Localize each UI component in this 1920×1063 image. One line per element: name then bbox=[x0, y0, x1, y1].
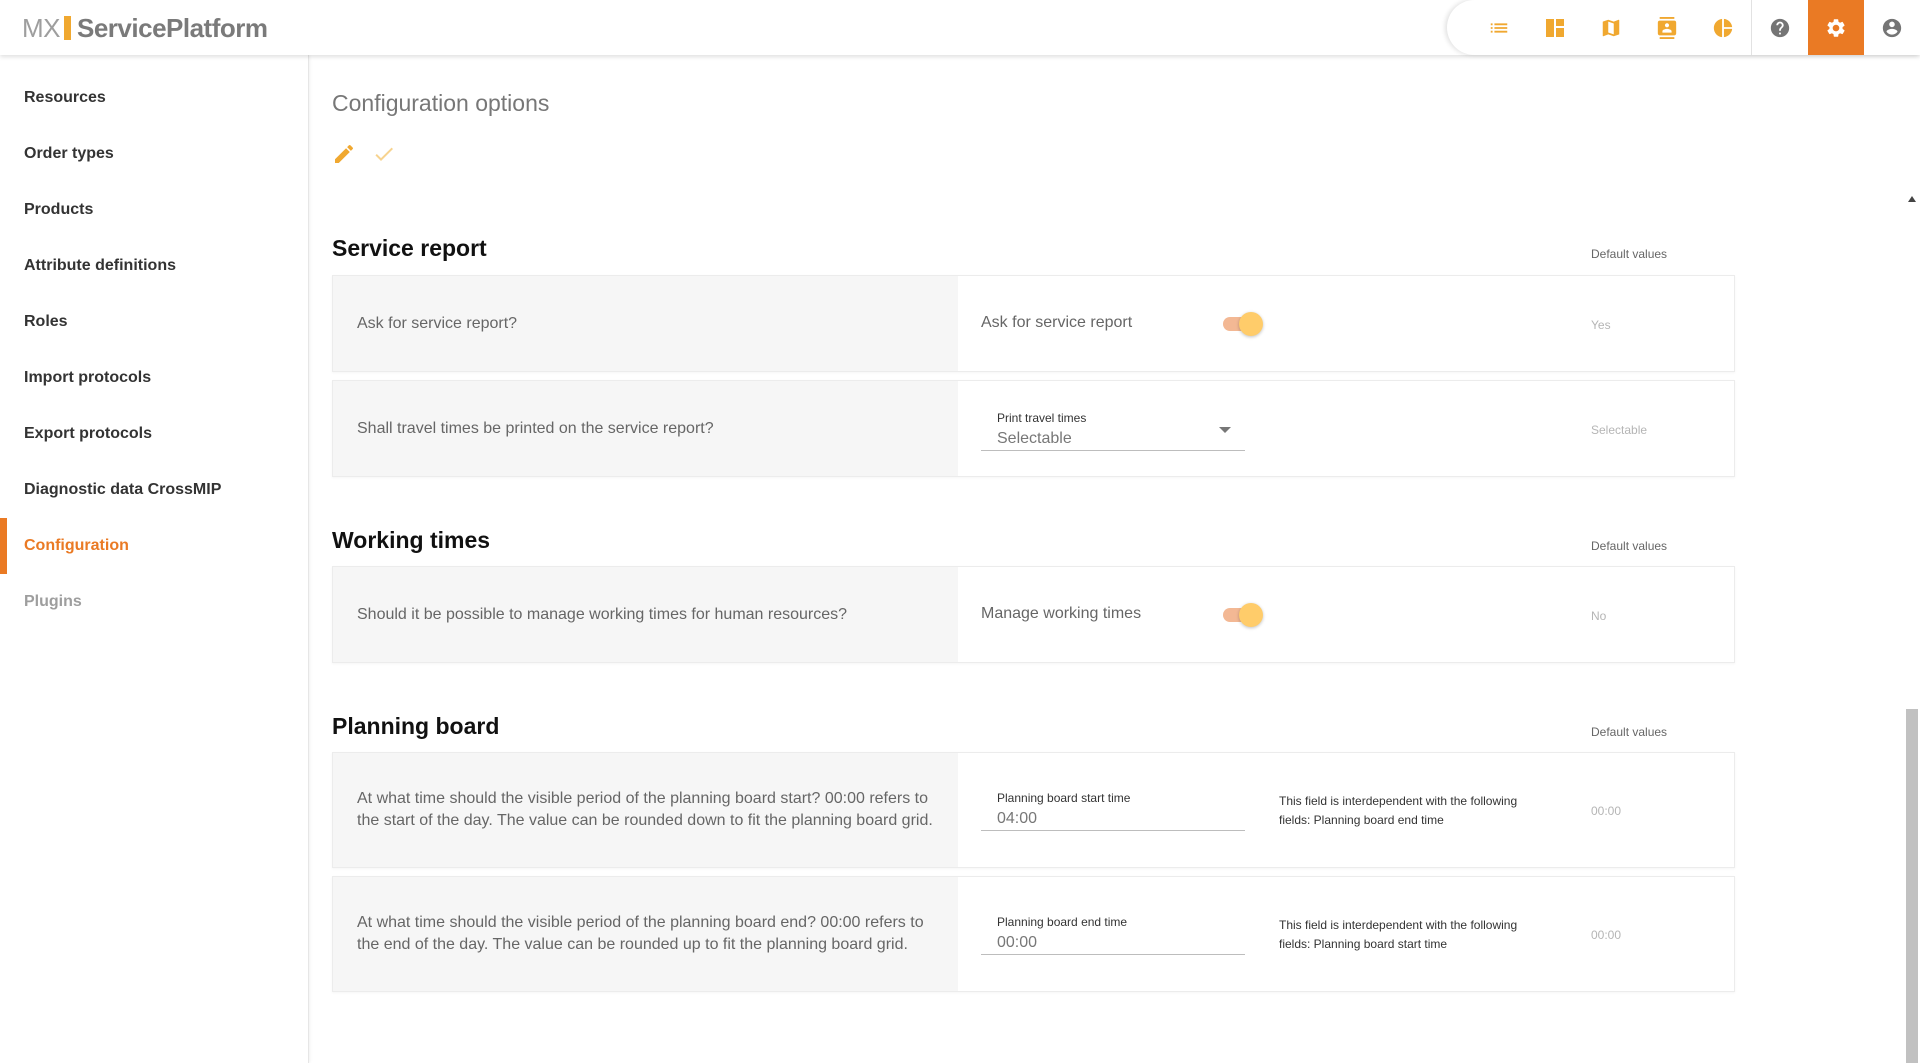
section-title-planning-board: Planning board bbox=[332, 713, 500, 739]
scroll-up-arrow[interactable] bbox=[1908, 196, 1916, 202]
logo-prefix: MX bbox=[22, 12, 61, 43]
config-row-ask-service-report: Ask for service report? Ask for service … bbox=[332, 275, 1735, 372]
default-values-label: Default values bbox=[1591, 725, 1668, 739]
sidebar-item-plugins[interactable]: Plugins bbox=[0, 574, 308, 630]
sidebar-item-label: Products bbox=[24, 201, 94, 218]
map-icon bbox=[1602, 19, 1620, 36]
sidebar-item-label: Diagnostic data CrossMIP bbox=[24, 481, 222, 498]
sidebar-item-products[interactable]: Products bbox=[0, 182, 308, 238]
sidebar-item-configuration[interactable]: Configuration bbox=[0, 518, 308, 574]
section-title-service-report: Service report bbox=[332, 235, 487, 261]
toggle-label: Ask for service report bbox=[981, 314, 1133, 331]
pie-chart-icon bbox=[1713, 18, 1733, 37]
default-values-label: Default values bbox=[1591, 539, 1668, 553]
sidebar-item-attribute-definitions[interactable]: Attribute definitions bbox=[0, 238, 308, 294]
default-value: Yes bbox=[1591, 318, 1611, 332]
nav-help-button[interactable] bbox=[1752, 0, 1808, 55]
field-label: Planning board start time bbox=[997, 791, 1131, 805]
default-values-label: Default values bbox=[1591, 247, 1668, 261]
check-icon bbox=[375, 147, 393, 161]
config-row-planning-board-start: At what time should the visible period o… bbox=[332, 752, 1735, 868]
nav-dashboard-button[interactable] bbox=[1527, 0, 1583, 55]
config-row-print-travel-times: Shall travel times be printed on the ser… bbox=[332, 380, 1735, 477]
sidebar-item-label: Configuration bbox=[24, 537, 129, 554]
default-value: Selectable bbox=[1591, 423, 1648, 437]
logo-bar bbox=[64, 16, 71, 40]
chevron-down-icon bbox=[1219, 427, 1231, 433]
edit-button[interactable] bbox=[332, 142, 358, 168]
toggle-knob bbox=[1239, 312, 1263, 336]
account-icon bbox=[1882, 18, 1902, 37]
nav-account-button[interactable] bbox=[1864, 0, 1920, 55]
interdependency-note: This field is interdependent with the fo… bbox=[1279, 918, 1518, 951]
config-question: At what time should the visible period o… bbox=[333, 753, 958, 867]
nav-statistics-button[interactable] bbox=[1695, 0, 1751, 55]
manage-working-times-toggle[interactable] bbox=[1221, 601, 1263, 629]
logo-name: ServicePlatform bbox=[77, 12, 268, 43]
sidebar-item-label: Resources bbox=[24, 89, 106, 106]
field-value: 04:00 bbox=[997, 810, 1038, 827]
config-row-manage-working-times: Should it be possible to manage working … bbox=[332, 566, 1735, 663]
config-question: Shall travel times be printed on the ser… bbox=[333, 381, 958, 476]
pencil-icon bbox=[335, 144, 354, 163]
config-question: Ask for service report? bbox=[333, 276, 958, 371]
sidebar-item-label: Order types bbox=[24, 145, 114, 162]
config-question: At what time should the visible period o… bbox=[333, 877, 958, 991]
sidebar-item-label: Plugins bbox=[24, 593, 82, 610]
nav-settings-button[interactable] bbox=[1808, 0, 1864, 55]
sidebar-item-export-protocols[interactable]: Export protocols bbox=[0, 406, 308, 462]
nav-contacts-button[interactable] bbox=[1639, 0, 1695, 55]
sidebar-item-label: Roles bbox=[24, 313, 68, 330]
section-title-working-times: Working times bbox=[332, 527, 491, 553]
field-label: Planning board end time bbox=[997, 915, 1128, 929]
sidebar-item-label: Attribute definitions bbox=[24, 257, 176, 274]
config-question: Should it be possible to manage working … bbox=[333, 567, 958, 662]
default-value: No bbox=[1591, 609, 1607, 623]
nav-map-button[interactable] bbox=[1583, 0, 1639, 55]
page-title: Configuration options bbox=[332, 90, 550, 116]
toggle-knob bbox=[1239, 603, 1263, 627]
sidebar-item-roles[interactable]: Roles bbox=[0, 294, 308, 350]
settings-icon bbox=[1827, 18, 1845, 37]
settings-sidebar: Resources Order types Products Attribute… bbox=[0, 55, 309, 1063]
main-content: Configuration options Service report Def… bbox=[309, 55, 1899, 1063]
sidebar-item-label: Import protocols bbox=[24, 369, 152, 386]
ask-service-report-toggle[interactable] bbox=[1221, 310, 1263, 338]
sidebar-item-import-protocols[interactable]: Import protocols bbox=[0, 350, 308, 406]
field-label: Print travel times bbox=[997, 411, 1087, 425]
toggle-label: Manage working times bbox=[981, 605, 1142, 622]
default-value: 00:00 bbox=[1591, 928, 1622, 942]
field-value: Selectable bbox=[997, 430, 1072, 447]
save-button[interactable] bbox=[372, 142, 398, 168]
dashboard-icon bbox=[1546, 18, 1564, 37]
sidebar-item-label: Export protocols bbox=[24, 425, 153, 442]
app-logo[interactable]: MX ServicePlatform bbox=[22, 12, 268, 44]
sidebar-item-diagnostic-data[interactable]: Diagnostic data CrossMIP bbox=[0, 462, 308, 518]
interdependency-note: This field is interdependent with the fo… bbox=[1279, 794, 1518, 827]
config-row-planning-board-end: At what time should the visible period o… bbox=[332, 876, 1735, 992]
sidebar-item-resources[interactable]: Resources bbox=[0, 70, 308, 126]
sidebar-item-order-types[interactable]: Order types bbox=[0, 126, 308, 182]
top-navigation bbox=[1447, 0, 1920, 55]
list-icon bbox=[1490, 22, 1508, 33]
default-value: 00:00 bbox=[1591, 804, 1622, 818]
nav-list-button[interactable] bbox=[1471, 0, 1527, 55]
contacts-icon bbox=[1657, 16, 1677, 39]
planning-board-end-time-input[interactable]: Planning board end time 00:00 bbox=[981, 915, 1245, 955]
print-travel-times-select[interactable]: Print travel times Selectable bbox=[981, 411, 1245, 451]
scrollbar-thumb[interactable] bbox=[1906, 709, 1918, 1063]
help-icon bbox=[1770, 18, 1790, 37]
app-header: MX ServicePlatform bbox=[0, 0, 1920, 55]
planning-board-start-time-input[interactable]: Planning board start time 04:00 bbox=[981, 791, 1245, 831]
field-value: 00:00 bbox=[997, 934, 1038, 951]
